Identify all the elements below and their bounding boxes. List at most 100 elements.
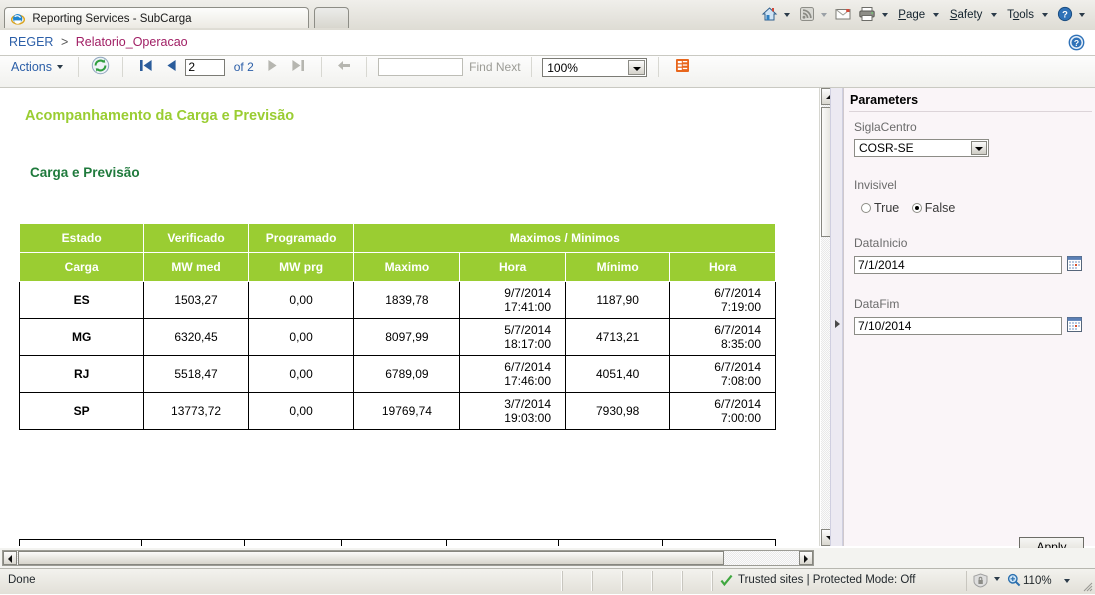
- table-row: SP 13773,72 0,00 19769,74 3/7/2014 19:03…: [18, 392, 776, 430]
- collapse-arrow-icon[interactable]: [835, 320, 840, 328]
- home-dropdown-caret[interactable]: [784, 13, 791, 17]
- menu-safety[interactable]: Safety: [950, 4, 983, 26]
- zoom-select[interactable]: 100%: [542, 57, 648, 77]
- header-hora-max: Hora: [459, 252, 566, 282]
- cell-maximo: 19769,74: [353, 392, 461, 430]
- command-bar: Page Safety Tools ?: [760, 4, 1089, 26]
- sigla-centro-value: COSR-SE: [859, 141, 914, 155]
- check-icon: [720, 574, 733, 590]
- refresh-icon[interactable]: [91, 56, 110, 78]
- breadcrumb-separator: >: [60, 35, 69, 49]
- status-message: Done: [8, 574, 36, 586]
- invisivel-false-radio[interactable]: [911, 202, 922, 213]
- help-circle-icon[interactable]: ?: [1068, 34, 1085, 54]
- cell-mw-med-total: 27115,94: [140, 539, 245, 546]
- zoom-dropdown-caret[interactable]: [1064, 579, 1070, 583]
- toolbar-divider: [122, 57, 124, 77]
- new-tab-button[interactable]: [314, 7, 350, 28]
- invisivel-radio-group: True False: [861, 200, 964, 215]
- cell-minimo: 7930,98: [564, 392, 671, 430]
- toolbar-divider: [366, 57, 368, 77]
- cell-mw-prg: 0,00: [247, 392, 355, 430]
- scroll-left-icon[interactable]: [3, 551, 17, 565]
- scroll-right-icon[interactable]: [799, 551, 813, 565]
- data-fim-input[interactable]: [854, 317, 1062, 335]
- zoom-level-text: 110%: [1023, 575, 1052, 587]
- rss-feeds-icon[interactable]: [799, 6, 815, 25]
- menu-tools[interactable]: Tools: [1007, 4, 1034, 26]
- status-bar: Done Trusted sites | Protected Mode: Off: [0, 568, 1095, 594]
- header-hora-min: Hora: [669, 252, 776, 282]
- page-number-input[interactable]: [185, 58, 226, 76]
- print-icon[interactable]: [858, 6, 876, 25]
- cell-maximo-total: 35920,72: [341, 539, 447, 546]
- status-slot: [682, 571, 712, 591]
- first-page-icon[interactable]: [139, 59, 153, 75]
- help-icon[interactable]: ?: [1057, 6, 1073, 25]
- report-table: Estado Verificado Programado Maximos / M…: [18, 223, 776, 430]
- header-mw-prg: MW prg: [247, 252, 355, 282]
- actions-dropdown-caret[interactable]: [57, 65, 64, 69]
- hora-max-date: 3/7/2014: [504, 397, 551, 411]
- chevron-down-icon[interactable]: [971, 141, 987, 155]
- help-dropdown-caret[interactable]: [1079, 13, 1085, 17]
- sigla-centro-select[interactable]: COSR-SE: [854, 139, 989, 157]
- tools-dropdown-caret[interactable]: [1042, 13, 1049, 17]
- report-subtitle: Carga e Previsão: [30, 165, 140, 180]
- lock-icon[interactable]: [972, 573, 989, 591]
- invisivel-true-radio[interactable]: [861, 202, 871, 213]
- data-fim-label: DataFim: [854, 297, 900, 311]
- browser-tab-title: Reporting Services - SubCarga: [32, 12, 192, 25]
- browser-window: Reporting Services - SubCarga Page Safet…: [0, 0, 1095, 594]
- toolbar-divider: [530, 57, 532, 77]
- zoom-select-value: 100%: [547, 60, 578, 75]
- data-inicio-input[interactable]: [854, 256, 1062, 274]
- hscrollbar-thumb[interactable]: [18, 551, 724, 565]
- cell-hora-minimo-total: 6/7/2014 7:01:00: [662, 539, 776, 546]
- cell-estado: ES: [18, 281, 145, 319]
- report-horizontal-scrollbar[interactable]: [2, 550, 814, 566]
- page-dropdown-caret[interactable]: [933, 13, 940, 17]
- hora-min-date: 6/7/2014: [714, 323, 761, 337]
- home-icon[interactable]: [761, 6, 778, 25]
- hora-min-time: 7:08:00: [720, 374, 761, 388]
- cell-estado-total: REG_SE: [19, 539, 142, 546]
- browser-tab[interactable]: Reporting Services - SubCarga: [4, 7, 309, 28]
- hora-max-date: 6/7/2014: [504, 360, 551, 374]
- breadcrumb-current[interactable]: Relatorio_Operacao: [76, 35, 188, 49]
- mail-icon[interactable]: [835, 7, 852, 24]
- hora-min-date: 6/7/2014: [714, 360, 761, 374]
- actions-menu[interactable]: Actions: [11, 60, 52, 74]
- zoom-level-cell[interactable]: 110%: [966, 571, 1088, 591]
- parameters-panel: Parameters SiglaCentro COSR-SE Invisivel…: [843, 88, 1095, 546]
- svg-text:?: ?: [1074, 38, 1079, 48]
- hora-max-time: 17:46:00: [504, 374, 551, 388]
- security-zone-cell[interactable]: Trusted sites | Protected Mode: Off: [712, 571, 964, 591]
- header-maximos-minimos: Maximos / Minimos: [353, 223, 776, 253]
- status-slot: [652, 571, 682, 591]
- breadcrumb-root-link[interactable]: REGER: [9, 35, 53, 49]
- table-row: ES 1503,27 0,00 1839,78 9/7/2014 17:41:0…: [18, 281, 776, 319]
- calendar-icon[interactable]: [1067, 317, 1082, 332]
- header-verificado: Verificado: [143, 223, 249, 253]
- table-row-total: REG_SE 27115,94 0,00 35920,72 3/7/2014 1…: [19, 539, 776, 546]
- cell-maximo: 1839,78: [353, 281, 461, 319]
- calendar-icon[interactable]: [1067, 256, 1082, 271]
- previous-page-icon[interactable]: [166, 59, 177, 75]
- cell-hora-minimo: 6/7/2014 7:19:00: [669, 281, 776, 319]
- resize-grip-icon[interactable]: [1081, 580, 1093, 592]
- protected-mode-caret[interactable]: [994, 577, 1000, 581]
- parameters-splitter[interactable]: [830, 88, 843, 546]
- find-next-button[interactable]: Find Next: [469, 60, 520, 74]
- scrollbar-corner: [820, 548, 1095, 568]
- cell-mw-med: 6320,45: [143, 318, 249, 356]
- feeds-dropdown-caret[interactable]: [820, 13, 827, 17]
- export-icon[interactable]: [675, 58, 690, 76]
- safety-dropdown-caret[interactable]: [990, 13, 997, 17]
- cell-hora-maximo: 6/7/2014 17:46:00: [459, 355, 566, 393]
- menu-page[interactable]: Page: [898, 4, 925, 26]
- chevron-down-icon[interactable]: [628, 59, 646, 75]
- status-slot: [592, 571, 622, 591]
- search-input[interactable]: [377, 58, 463, 76]
- print-dropdown-caret[interactable]: [881, 13, 888, 17]
